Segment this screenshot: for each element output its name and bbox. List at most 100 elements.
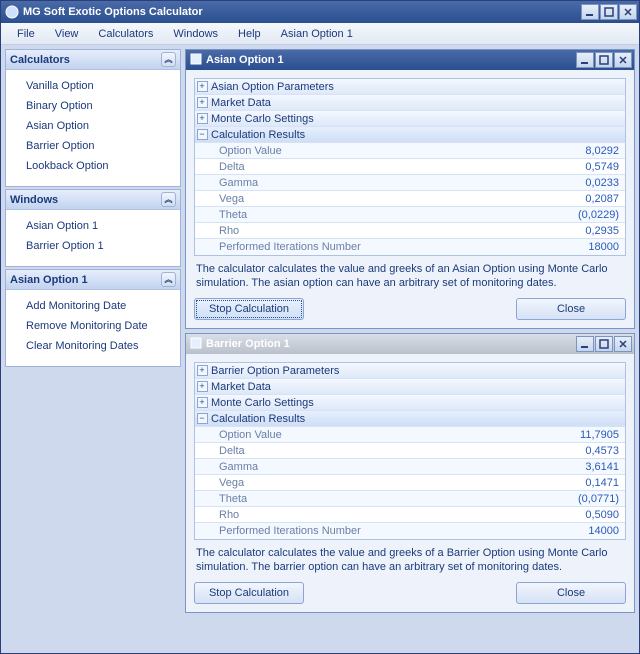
collapse-icon: − (195, 127, 209, 142)
subwindow-barrier-option: Barrier Option 1 +Barrier Option Paramet… (185, 333, 635, 613)
sidebar-header-asian-option[interactable]: Asian Option 1 ︽ (6, 270, 180, 290)
section-monte-carlo[interactable]: +Monte Carlo Settings (195, 395, 625, 411)
row-iterations[interactable]: Performed Iterations Number14000 (195, 523, 625, 539)
sidebar-header-label: Windows (10, 194, 58, 206)
sidebar-item-clear-monitoring-dates[interactable]: Clear Monitoring Dates (10, 336, 176, 356)
doc-icon (190, 53, 202, 68)
sidebar-panel-windows: Windows ︽ Asian Option 1 Barrier Option … (5, 189, 181, 267)
section-asian-parameters[interactable]: +Asian Option Parameters (195, 79, 625, 95)
sidebar-item-remove-monitoring-date[interactable]: Remove Monitoring Date (10, 316, 176, 336)
section-market-data[interactable]: +Market Data (195, 95, 625, 111)
stop-calculation-button[interactable]: Stop Calculation (194, 582, 304, 604)
row-gamma[interactable]: Gamma3,6141 (195, 459, 625, 475)
sidebar-header-label: Calculators (10, 54, 70, 66)
asian-button-row: Stop Calculation Close (194, 298, 626, 320)
subwindow-controls-barrier (576, 336, 632, 352)
menubar: File View Calculators Windows Help Asian… (1, 23, 639, 45)
menu-asian-option-1[interactable]: Asian Option 1 (271, 25, 363, 43)
sidebar: Calculators ︽ Vanilla Option Binary Opti… (5, 49, 181, 649)
close-button[interactable]: Close (516, 298, 626, 320)
subwindow-title: Barrier Option 1 (206, 338, 576, 350)
section-market-data[interactable]: +Market Data (195, 379, 625, 395)
sidebar-header-calculators[interactable]: Calculators ︽ (6, 50, 180, 70)
subwindow-titlebar-barrier[interactable]: Barrier Option 1 (186, 334, 634, 354)
row-theta[interactable]: Theta(0,0229) (195, 207, 625, 223)
expand-icon: + (195, 111, 209, 126)
barrier-property-grid: +Barrier Option Parameters +Market Data … (194, 362, 626, 540)
row-theta[interactable]: Theta(0,0771) (195, 491, 625, 507)
subwindow-controls-asian (576, 52, 632, 68)
close-button[interactable]: Close (516, 582, 626, 604)
sidebar-item-add-monitoring-date[interactable]: Add Monitoring Date (10, 296, 176, 316)
sidebar-body-calculators: Vanilla Option Binary Option Asian Optio… (6, 70, 180, 186)
section-monte-carlo[interactable]: +Monte Carlo Settings (195, 111, 625, 127)
menu-file[interactable]: File (7, 25, 45, 43)
maximize-button[interactable] (600, 4, 618, 20)
sidebar-header-windows[interactable]: Windows ︽ (6, 190, 180, 210)
sidebar-panel-asian-option: Asian Option 1 ︽ Add Monitoring Date Rem… (5, 269, 181, 367)
menu-calculators[interactable]: Calculators (88, 25, 163, 43)
section-barrier-parameters[interactable]: +Barrier Option Parameters (195, 363, 625, 379)
section-calculation-results[interactable]: −Calculation Results (195, 411, 625, 427)
barrier-description: The calculator calculates the value and … (196, 546, 624, 574)
app-title: MG Soft Exotic Options Calculator (23, 6, 581, 18)
sidebar-item-asian-option-1[interactable]: Asian Option 1 (10, 216, 176, 236)
subwindow-titlebar-asian[interactable]: Asian Option 1 (186, 50, 634, 70)
subwindow-minimize-button[interactable] (576, 336, 594, 352)
row-option-value[interactable]: Option Value8,0292 (195, 143, 625, 159)
menu-help[interactable]: Help (228, 25, 271, 43)
subwindow-body-asian: +Asian Option Parameters +Market Data +M… (186, 70, 634, 328)
sidebar-item-vanilla-option[interactable]: Vanilla Option (10, 76, 176, 96)
collapse-icon: − (195, 411, 209, 426)
subwindow-close-button[interactable] (614, 52, 632, 68)
sidebar-item-barrier-option[interactable]: Barrier Option (10, 136, 176, 156)
row-iterations[interactable]: Performed Iterations Number18000 (195, 239, 625, 255)
main-titlebar: MG Soft Exotic Options Calculator (1, 1, 639, 23)
expand-icon: + (195, 363, 209, 378)
sidebar-item-barrier-option-1[interactable]: Barrier Option 1 (10, 236, 176, 256)
close-button[interactable] (619, 4, 637, 20)
sidebar-item-asian-option[interactable]: Asian Option (10, 116, 176, 136)
asian-description: The calculator calculates the value and … (196, 262, 624, 290)
minimize-button[interactable] (581, 4, 599, 20)
row-vega[interactable]: Vega0,1471 (195, 475, 625, 491)
sidebar-header-label: Asian Option 1 (10, 274, 88, 286)
sidebar-item-binary-option[interactable]: Binary Option (10, 96, 176, 116)
expand-icon: + (195, 95, 209, 110)
subwindow-title: Asian Option 1 (206, 54, 576, 66)
row-gamma[interactable]: Gamma0,0233 (195, 175, 625, 191)
subwindow-minimize-button[interactable] (576, 52, 594, 68)
menu-windows[interactable]: Windows (163, 25, 228, 43)
barrier-button-row: Stop Calculation Close (194, 582, 626, 604)
subwindow-asian-option: Asian Option 1 +Asian Option Parameters … (185, 49, 635, 329)
menu-view[interactable]: View (45, 25, 89, 43)
sidebar-item-lookback-option[interactable]: Lookback Option (10, 156, 176, 176)
row-rho[interactable]: Rho0,5090 (195, 507, 625, 523)
stop-calculation-button[interactable]: Stop Calculation (194, 298, 304, 320)
chevron-up-icon: ︽ (161, 52, 176, 67)
sidebar-body-asian-option: Add Monitoring Date Remove Monitoring Da… (6, 290, 180, 366)
row-rho[interactable]: Rho0,2935 (195, 223, 625, 239)
sidebar-body-windows: Asian Option 1 Barrier Option 1 (6, 210, 180, 266)
chevron-up-icon: ︽ (161, 192, 176, 207)
doc-icon (190, 337, 202, 352)
subwindow-maximize-button[interactable] (595, 52, 613, 68)
row-vega[interactable]: Vega0,2087 (195, 191, 625, 207)
chevron-up-icon: ︽ (161, 272, 176, 287)
expand-icon: + (195, 395, 209, 410)
row-delta[interactable]: Delta0,4573 (195, 443, 625, 459)
app-icon (5, 5, 19, 19)
row-delta[interactable]: Delta0,5749 (195, 159, 625, 175)
subwindow-maximize-button[interactable] (595, 336, 613, 352)
expand-icon: + (195, 379, 209, 394)
subwindow-close-button[interactable] (614, 336, 632, 352)
section-calculation-results[interactable]: −Calculation Results (195, 127, 625, 143)
workspace: Calculators ︽ Vanilla Option Binary Opti… (1, 45, 639, 653)
main-window: MG Soft Exotic Options Calculator File V… (0, 0, 640, 654)
row-option-value[interactable]: Option Value11,7905 (195, 427, 625, 443)
mdi-area: Asian Option 1 +Asian Option Parameters … (185, 49, 635, 649)
subwindow-body-barrier: +Barrier Option Parameters +Market Data … (186, 354, 634, 612)
main-window-controls (581, 4, 637, 20)
asian-property-grid: +Asian Option Parameters +Market Data +M… (194, 78, 626, 256)
expand-icon: + (195, 79, 209, 94)
